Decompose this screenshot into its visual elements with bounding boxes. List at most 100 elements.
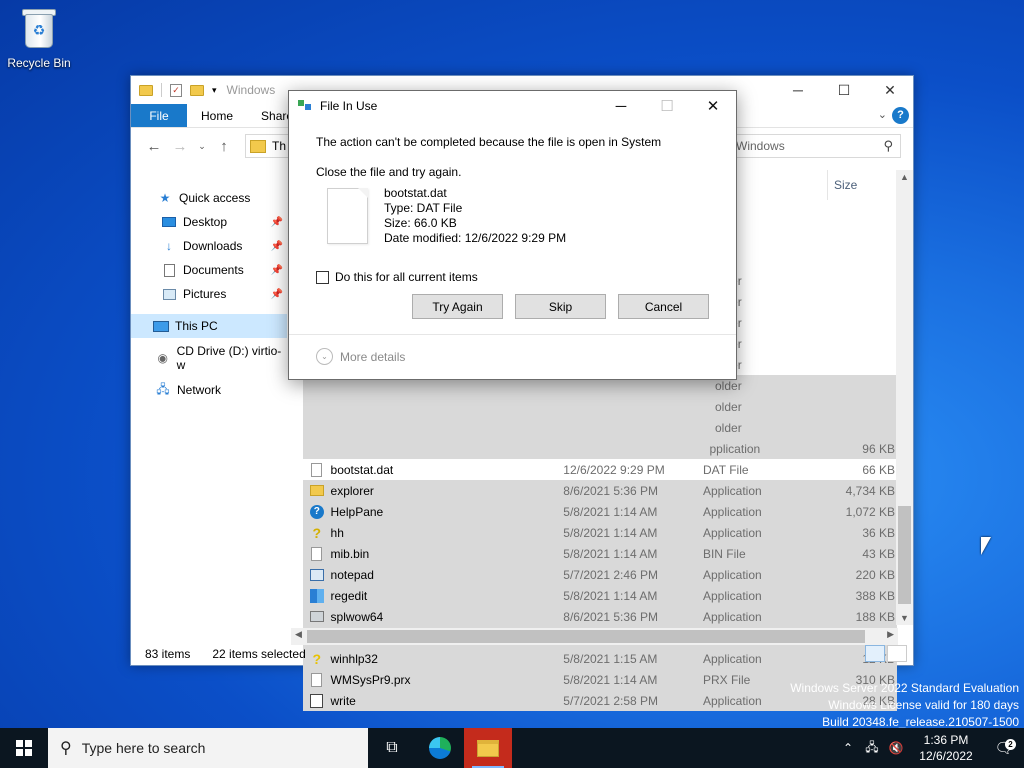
pin-icon: 📌	[270, 288, 283, 300]
file-type: Application	[702, 588, 762, 603]
try-again-button[interactable]: Try Again	[412, 294, 503, 319]
nav-downloads[interactable]: ↓ Downloads 📌	[131, 234, 287, 258]
file-date: 5/8/2021 1:14 AM	[563, 588, 658, 603]
table-row[interactable]: notepad 5/7/2021 2:46 PM Application 220 KB	[303, 564, 897, 585]
nav-this-pc[interactable]: This PC	[131, 314, 287, 338]
minimize-button[interactable]: ─	[775, 76, 821, 104]
table-row[interactable]: splwow64 8/6/2021 5:36 PM Application 188 K…	[303, 606, 897, 627]
table-row[interactable]: older	[303, 417, 897, 438]
table-row[interactable]: ? HelpPane 5/8/2021 1:14 AM Application 1,07…	[303, 501, 897, 522]
scrollbar-thumb[interactable]	[898, 506, 911, 604]
regedit-file-icon	[309, 588, 325, 604]
recent-locations-icon[interactable]: ⌄	[193, 141, 211, 152]
system-tray: ⌃ 🖧 🔇 1:36 PM 12/6/2022 🗨 2	[836, 728, 1024, 768]
navigation-pane: ★ Quick access Desktop 📌 ↓ Downloads 📌 D…	[131, 186, 287, 626]
clock[interactable]: 1:36 PM 12/6/2022	[908, 732, 984, 764]
expand-ribbon-icon[interactable]: ⌄	[878, 108, 887, 121]
search-icon: ⚲	[883, 138, 893, 153]
large-icons-view-icon[interactable]	[887, 645, 907, 662]
file-size: 1,072 KB	[845, 504, 896, 519]
file-icon	[327, 188, 368, 244]
recycle-bin-shortcut[interactable]: ♻ Recycle Bin	[4, 6, 74, 70]
table-row[interactable]: mib.bin 5/8/2021 1:14 AM BIN File 43 KB	[303, 543, 897, 564]
dialog-close-button[interactable]: ✕	[690, 91, 736, 121]
file-type: older	[715, 399, 742, 414]
forward-arrow-icon[interactable]: →	[167, 138, 193, 155]
status-bar: 83 items 22 items selected	[131, 643, 913, 665]
file-name: bootstat.dat	[330, 462, 394, 477]
file-details: bootstat.dat Type: DAT File Size: 66.0 K…	[384, 186, 566, 246]
table-row[interactable]: regedit 5/8/2021 1:14 AM Application 388 KB	[303, 585, 897, 606]
notepad-file-icon	[309, 567, 325, 583]
folder-icon	[250, 139, 266, 153]
task-view-button[interactable]: ⧉	[368, 728, 416, 768]
table-row[interactable]: pplication 96 KB	[303, 438, 897, 459]
close-button[interactable]: ✕	[867, 76, 913, 104]
file-type: Application	[702, 483, 762, 498]
file-file-icon	[309, 546, 325, 562]
scroll-up-icon[interactable]: ▲	[896, 172, 913, 182]
table-row[interactable]: older	[303, 396, 897, 417]
nav-documents[interactable]: Documents 📌	[131, 258, 287, 282]
new-folder-icon[interactable]	[190, 84, 204, 96]
scroll-right-icon[interactable]: ▶	[887, 629, 894, 640]
item-count: 83 items	[145, 647, 191, 661]
file-name: mib.bin	[330, 546, 370, 561]
cancel-button[interactable]: Cancel	[618, 294, 709, 319]
maximize-button[interactable]: ☐	[821, 76, 867, 104]
file-file-icon	[309, 462, 325, 478]
chevron-up-icon[interactable]: ⌃	[836, 741, 860, 755]
apply-to-all-checkbox[interactable]: Do this for all current items	[316, 270, 478, 284]
details-view-icon[interactable]	[865, 645, 885, 662]
edge-taskbar-button[interactable]	[416, 728, 464, 768]
dialog-minimize-button[interactable]: ─	[598, 91, 644, 121]
table-row[interactable]: ? hh 5/8/2021 1:14 AM Application 36 KB	[303, 522, 897, 543]
scroll-left-icon[interactable]: ◀	[295, 629, 302, 640]
download-icon: ↓	[166, 239, 172, 253]
tab-home[interactable]: Home	[187, 104, 247, 127]
taskbar: ⚲ Type here to search ⧉ ⌃ 🖧 🔇 1:36 PM 12…	[0, 728, 1024, 768]
up-arrow-icon[interactable]: ↑	[211, 138, 237, 155]
column-header-size[interactable]: Size	[827, 170, 897, 200]
scroll-down-icon[interactable]: ▼	[896, 613, 913, 623]
computer-icon	[153, 319, 169, 333]
checkbox-box[interactable]	[316, 270, 329, 284]
clock-date: 12/6/2022	[919, 749, 973, 763]
taskbar-search-placeholder: Type here to search	[81, 740, 206, 756]
file-explorer-taskbar-button[interactable]	[464, 728, 512, 768]
network-status-icon[interactable]: 🖧	[860, 738, 884, 759]
taskbar-search[interactable]: ⚲ Type here to search	[48, 728, 368, 768]
dialog-titlebar[interactable]: File In Use ─ ☐ ✕	[289, 91, 736, 121]
search-input[interactable]: h Windows ⚲	[717, 134, 901, 158]
nav-desktop[interactable]: Desktop 📌	[131, 210, 287, 234]
help-icon[interactable]: ?	[892, 107, 909, 124]
file-date: 5/8/2021 1:14 AM	[563, 672, 658, 687]
tab-file[interactable]: File	[131, 104, 187, 127]
volume-muted-icon[interactable]: 🔇	[884, 741, 908, 755]
nav-quick-access[interactable]: ★ Quick access	[131, 186, 287, 210]
file-type: older	[715, 420, 742, 435]
start-button[interactable]	[0, 728, 48, 768]
table-row[interactable]: explorer 8/6/2021 5:36 PM Application 4,734…	[303, 480, 897, 501]
scrollbar-thumb[interactable]	[307, 630, 865, 643]
file-operation-icon	[298, 100, 314, 112]
properties-icon[interactable]: ✓	[170, 83, 182, 97]
more-details-toggle[interactable]: ⌄ More details	[316, 348, 405, 365]
vertical-scrollbar[interactable]: ▲ ▼	[896, 170, 913, 625]
nav-cd-drive[interactable]: ◉ CD Drive (D:) virtio-w	[131, 344, 287, 372]
skip-button[interactable]: Skip	[515, 294, 606, 319]
file-type: Application	[702, 567, 762, 582]
notifications-button[interactable]: 🗨 2	[984, 739, 1024, 757]
file-size: 388 KB	[855, 588, 896, 603]
file-size: 43 KB	[862, 546, 896, 561]
nav-pictures[interactable]: Pictures 📌	[131, 282, 287, 306]
file-name: write	[330, 693, 356, 708]
recycle-bin-icon: ♻	[18, 6, 60, 52]
back-arrow-icon[interactable]: ←	[141, 138, 167, 155]
nav-network[interactable]: 🖧 Network	[131, 378, 287, 402]
file-name: hh	[330, 525, 344, 540]
customize-toolbar-icon[interactable]: ▾	[212, 85, 217, 96]
table-row[interactable]: bootstat.dat 12/6/2022 9:29 PM DAT File 66 …	[303, 459, 897, 480]
file-type: Application	[702, 525, 762, 540]
file-date: 5/8/2021 1:14 AM	[563, 525, 658, 540]
